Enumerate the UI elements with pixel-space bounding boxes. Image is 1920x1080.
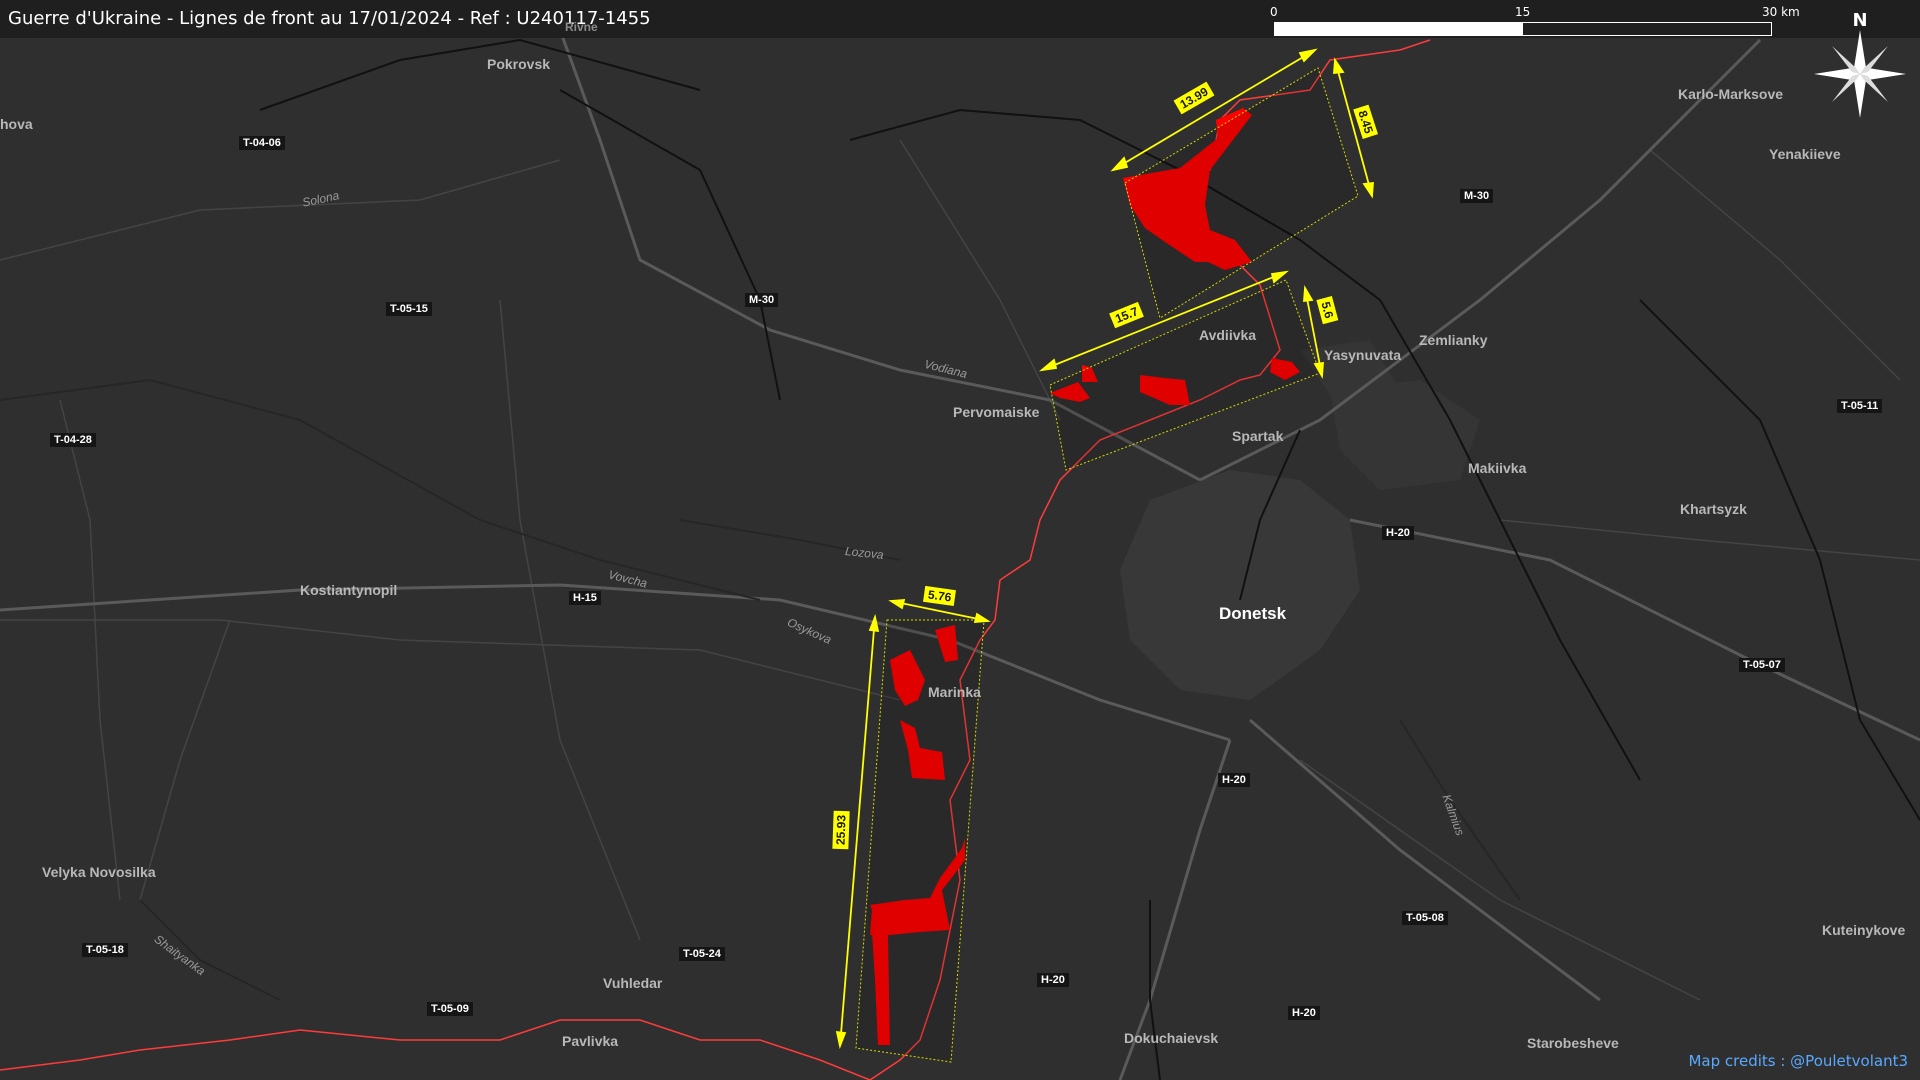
scale-bar-fill xyxy=(1275,23,1523,35)
mid-width-arrowhead-a xyxy=(1038,358,1058,372)
road-label-t0515: T-05-15 xyxy=(386,302,432,316)
north-height-arrowhead-a xyxy=(1333,57,1345,75)
place-dokuchaievsk: Dokuchaievsk xyxy=(1124,1030,1219,1046)
road-label-t0524: T-05-24 xyxy=(679,947,725,961)
measure-south-height: 25.93 xyxy=(832,810,850,850)
place-karlo-marksove: Karlo-Marksove xyxy=(1678,86,1784,102)
place-yasynuvata: Yasynuvata xyxy=(1324,347,1402,363)
scale-label-mid: 15 xyxy=(1515,5,1531,19)
north-width-arrowhead-a xyxy=(1110,156,1129,172)
place-spartak: Spartak xyxy=(1232,428,1284,444)
road-label-h20-north: H-20 xyxy=(1382,526,1414,540)
north-box xyxy=(1124,67,1359,319)
south-width-arrowhead-b xyxy=(973,612,991,623)
road-label-m30-west: M-30 xyxy=(745,293,779,307)
place-marinka: Marinka xyxy=(928,684,981,700)
road-label-h15: H-15 xyxy=(569,591,601,605)
place-donetsk: Donetsk xyxy=(1219,604,1287,623)
place-khartsyzk: Khartsyzk xyxy=(1680,501,1747,517)
place-zemlianky: Zemlianky xyxy=(1419,332,1488,348)
road-label-h20-south: H-20 xyxy=(1037,973,1069,987)
map-canvas[interactable] xyxy=(0,0,1920,1080)
place-pavlivka: Pavlivka xyxy=(562,1033,619,1049)
road-label-t0428: T-04-28 xyxy=(50,433,96,447)
road-label-t0509: T-05-09 xyxy=(427,1002,473,1016)
north-width-arrowhead-b xyxy=(1298,48,1318,63)
road-label-h20-east: H-20 xyxy=(1288,1006,1320,1020)
north-height-arrowhead-b xyxy=(1362,181,1374,199)
road-label-t0406: T-04-06 xyxy=(239,136,285,150)
place-pervomaiske: Pervomaiske xyxy=(953,404,1040,420)
road-label-t0507: T-05-07 xyxy=(1739,658,1785,672)
place-rivne: Rivne xyxy=(565,20,598,34)
south-width-arrowhead-a xyxy=(888,599,906,610)
scale-label-end: 30 km xyxy=(1762,5,1800,19)
road-label-t0511: T-05-11 xyxy=(1837,399,1883,413)
north-label: N xyxy=(1852,10,1867,31)
highways xyxy=(259,38,1920,1080)
south-height-arrowhead-a xyxy=(868,613,880,633)
road-label-h20-mid: H-20 xyxy=(1218,773,1250,787)
place-avdiivka: Avdiivka xyxy=(1199,327,1257,343)
scale-bar xyxy=(1274,22,1772,36)
map-credits: Map credits : @Pouletvolant3 xyxy=(1688,1052,1908,1070)
place-velyka-novosilka: Velyka Novosilka xyxy=(42,864,156,880)
place-kostiantynopil: Kostiantynopil xyxy=(300,582,398,598)
mid-height-arrowhead-a xyxy=(1303,285,1314,303)
place-vuhledar: Vuhledar xyxy=(603,975,663,991)
place-yenakiieve: Yenakiieve xyxy=(1769,146,1841,162)
map-title: Guerre d'Ukraine - Lignes de front au 17… xyxy=(8,8,651,29)
road-label-t0508: T-05-08 xyxy=(1402,911,1448,925)
place-pokrovsk: Pokrovsk xyxy=(487,56,551,72)
north-arrow-icon: N xyxy=(1814,10,1906,118)
rivers xyxy=(0,378,1521,1001)
place-kuteinykove: Kuteinykove xyxy=(1822,922,1906,938)
road-label-m30-east: M-30 xyxy=(1460,189,1494,203)
scale-label-0: 0 xyxy=(1270,5,1278,19)
south-height-arrowhead-b xyxy=(835,1030,847,1050)
place-makiivka: Makiivka xyxy=(1468,460,1527,476)
place-starobesheve: Starobesheve xyxy=(1527,1035,1619,1051)
road-label-t0518: T-05-18 xyxy=(82,943,128,957)
place-hova: hova xyxy=(0,116,33,132)
donetsk-urban-area xyxy=(1120,470,1360,700)
